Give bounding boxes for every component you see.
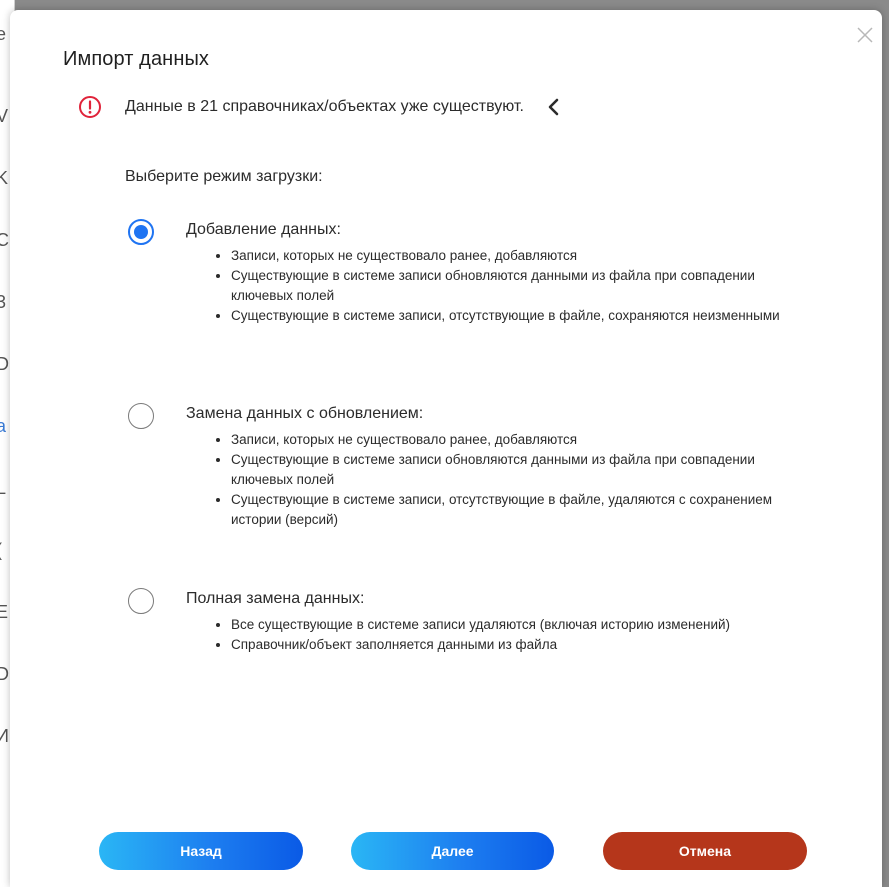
close-icon[interactable] (854, 24, 876, 46)
background-letter: K (0, 168, 9, 188)
option-title: Полная замена данных: (186, 590, 365, 607)
background-letter: C (0, 230, 9, 250)
import-dialog: Импорт данных Данные в 21 справочниках/о… (10, 10, 882, 887)
radio-add-data[interactable] (128, 219, 154, 245)
dialog-title: Импорт данных (63, 48, 210, 70)
list-item: Записи, которых не существовало ранее, д… (231, 246, 791, 266)
list-item: Все существующие в системе записи удаляю… (231, 615, 791, 635)
list-item: Существующие в системе записи обновляютс… (231, 450, 791, 490)
warning-text: Данные в 21 справочниках/объектах уже су… (125, 98, 524, 115)
list-item: Существующие в системе записи обновляютс… (231, 266, 791, 306)
background-letter: 3 (0, 292, 7, 312)
background-letter: ( (0, 540, 2, 561)
option-title: Добавление данных: (186, 221, 341, 238)
list-item: Записи, которых не существовало ранее, д… (231, 430, 791, 450)
option-description-list: Записи, которых не существовало ранее, д… (211, 430, 791, 530)
next-button[interactable]: Далее (351, 832, 554, 870)
option-description-list: Записи, которых не существовало ранее, д… (211, 246, 791, 326)
option-description-list: Все существующие в системе записи удаляю… (211, 615, 791, 655)
background-letter: E (0, 602, 9, 622)
exclamation-circle-icon (78, 95, 102, 119)
back-button[interactable]: Назад (99, 832, 303, 870)
warning-row: Данные в 21 справочниках/объектах уже су… (78, 95, 560, 119)
list-item: Существующие в системе записи, отсутству… (231, 306, 791, 326)
background-letter: V (0, 106, 9, 126)
background-letter: И (0, 726, 9, 746)
radio-replace-with-update[interactable] (128, 403, 154, 429)
option-title: Замена данных с обновлением: (186, 405, 424, 422)
radio-full-replace[interactable] (128, 588, 154, 614)
background-letter: a (0, 416, 7, 436)
background-letter: D (0, 354, 9, 374)
background-letter: L (0, 478, 7, 498)
list-item: Существующие в системе записи, отсутству… (231, 490, 791, 530)
background-letter: D (0, 664, 9, 684)
background-letter: e (0, 24, 7, 44)
chevron-left-icon[interactable] (546, 97, 560, 117)
mode-label: Выберите режим загрузки: (125, 168, 323, 185)
cancel-button[interactable]: Отмена (603, 832, 807, 870)
list-item: Справочник/объект заполняется данными из… (231, 635, 791, 655)
